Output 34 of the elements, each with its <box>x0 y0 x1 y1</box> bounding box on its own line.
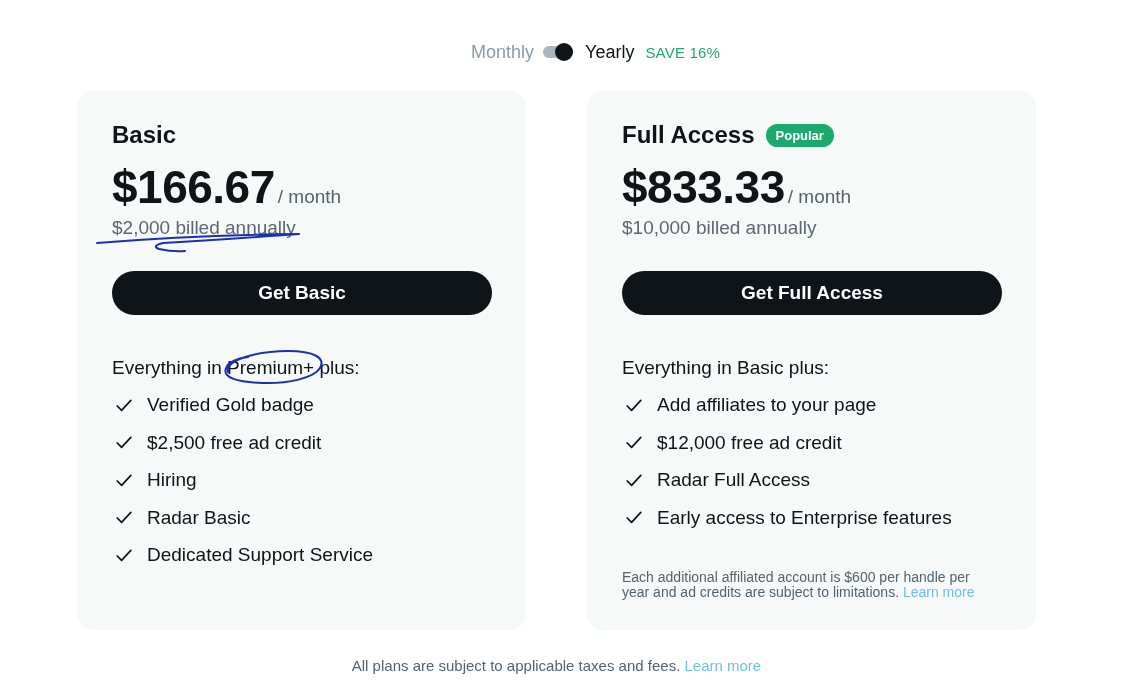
feature-text: Verified Gold badge <box>147 393 314 417</box>
billing-option[interactable]: Yearly <box>585 41 635 63</box>
feature-text: Early access to Enterprise features <box>657 505 952 530</box>
price-amount: $166.67 <box>112 161 275 213</box>
get-plan-button[interactable]: Get Full Access <box>622 271 1002 315</box>
check-icon <box>116 436 132 449</box>
feature-text: Radar Basic <box>147 505 251 530</box>
price-amount: $833.33 <box>622 161 785 213</box>
feature-text: $2,500 free ad credit <box>147 430 322 455</box>
footer-text: All plans are subject to applicable taxes and fees. Learn more <box>350 656 763 676</box>
check-icon <box>116 473 132 487</box>
savings-label: SAVE 16% <box>645 43 721 61</box>
check-icon <box>116 548 132 562</box>
feature-text: $12,000 free ad credit <box>657 430 842 455</box>
footnote-text: Each additional affiliated account is $600 per handle per year and ad credits are subject to limitations. Learn more <box>622 569 976 600</box>
price-period: / month <box>787 186 852 208</box>
check-icon <box>626 436 642 449</box>
check-icon <box>626 398 642 412</box>
billing-note: $2,000 billed annually <box>112 217 296 238</box>
billing-note: $10,000 billed annually <box>622 217 817 238</box>
feature-text: Radar Full Access <box>657 468 811 492</box>
popular-badge: Popular <box>765 123 834 147</box>
price-period: / month <box>277 186 342 208</box>
feature-text: Dedicated Support Service <box>147 543 373 567</box>
check-icon <box>626 511 642 524</box>
features-intro: Everything in Basic plus: <box>622 357 829 378</box>
check-icon <box>116 398 132 412</box>
get-plan-button[interactable]: Get Basic <box>112 271 492 315</box>
check-icon <box>116 511 132 524</box>
check-icon <box>626 473 642 487</box>
feature-text: Hiring <box>147 468 197 492</box>
plan-name: Full Access <box>622 121 755 149</box>
feature-text: Add affiliates to your page <box>657 393 877 417</box>
plan-name: Basic <box>112 121 177 149</box>
